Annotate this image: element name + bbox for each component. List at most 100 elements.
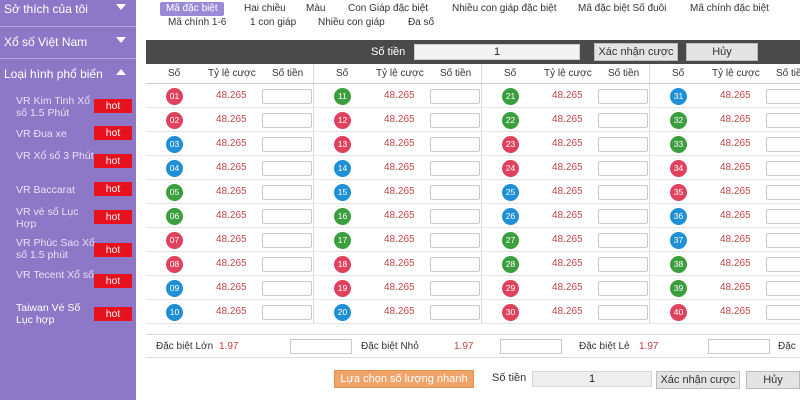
number-ball[interactable]: 39 — [670, 280, 687, 297]
bottom-amount-input[interactable]: 1 — [532, 371, 652, 387]
number-ball[interactable]: 12 — [334, 112, 351, 129]
sidebar-item-vr-xo-so-3[interactable]: VR Xổ số 3 Phút — [16, 150, 96, 162]
quick-select-button[interactable]: Lựa chọn số lượng nhanh — [334, 370, 474, 388]
bet-amount-input[interactable] — [766, 113, 800, 128]
number-ball[interactable]: 37 — [670, 232, 687, 249]
tab-mau[interactable]: Màu — [306, 2, 325, 16]
bet-amount-input[interactable] — [430, 233, 480, 248]
bet-amount-input[interactable] — [598, 233, 648, 248]
bet-amount-input[interactable] — [262, 161, 312, 176]
number-ball[interactable]: 25 — [502, 184, 519, 201]
number-ball[interactable]: 29 — [502, 280, 519, 297]
number-ball[interactable]: 03 — [166, 136, 183, 153]
tab-ma-chinh-1-6[interactable]: Mã chính 1-6 — [168, 16, 226, 30]
tab-ma-chinh-dac-biet[interactable]: Mã chính đặc biệt — [690, 2, 769, 16]
special-amount-input[interactable] — [500, 339, 562, 354]
bet-amount-input[interactable] — [262, 89, 312, 104]
sidebar-section-popular[interactable]: Loại hình phổ biến — [0, 62, 136, 86]
tab-nhieu-con-giap-dac-biet[interactable]: Nhiều con giáp đặc biệt — [452, 2, 557, 16]
bet-amount-input[interactable] — [430, 161, 480, 176]
number-ball[interactable]: 36 — [670, 208, 687, 225]
bet-amount-input[interactable] — [598, 161, 648, 176]
number-ball[interactable]: 31 — [670, 88, 687, 105]
bet-amount-input[interactable] — [766, 281, 800, 296]
sidebar-item-vr-dua-xe[interactable]: VR Đua xe — [16, 128, 96, 140]
bet-amount-input[interactable] — [766, 305, 800, 320]
tab-da-so[interactable]: Đa số — [408, 16, 434, 30]
number-ball[interactable]: 05 — [166, 184, 183, 201]
tab-nhieu-con-giap[interactable]: Nhiều con giáp — [318, 16, 385, 30]
sidebar-item-vr-phuc-sao[interactable]: VR Phúc Sao Xổ số 1.5 phút — [16, 237, 96, 261]
bet-amount-input[interactable] — [598, 137, 648, 152]
bottom-confirm-bet-button[interactable]: Xác nhận cược — [656, 371, 740, 389]
sidebar-item-vr-baccarat[interactable]: VR Baccarat — [16, 184, 96, 196]
number-ball[interactable]: 04 — [166, 160, 183, 177]
tab-ma-dac-biet-so-duoi[interactable]: Mã đặc biệt Số đuôi — [578, 2, 666, 16]
bet-amount-input[interactable] — [766, 233, 800, 248]
number-ball[interactable]: 28 — [502, 256, 519, 273]
bet-amount-input[interactable] — [430, 209, 480, 224]
tab-ma-dac-biet[interactable]: Mã đặc biệt — [160, 2, 224, 16]
bet-amount-input[interactable] — [262, 305, 312, 320]
tab-hai-chieu[interactable]: Hai chiều — [244, 2, 286, 16]
bet-amount-input[interactable] — [262, 113, 312, 128]
number-ball[interactable]: 40 — [670, 304, 687, 321]
number-ball[interactable]: 10 — [166, 304, 183, 321]
tab-con-giap-dac-biet[interactable]: Con Giáp đặc biệt — [348, 2, 428, 16]
bet-amount-input[interactable] — [598, 257, 648, 272]
bet-amount-input[interactable] — [598, 185, 648, 200]
bet-amount-input[interactable] — [598, 305, 648, 320]
number-ball[interactable]: 19 — [334, 280, 351, 297]
number-ball[interactable]: 22 — [502, 112, 519, 129]
bet-amount-input[interactable] — [766, 185, 800, 200]
special-amount-input[interactable] — [290, 339, 352, 354]
bet-amount-input[interactable] — [598, 281, 648, 296]
bet-amount-input[interactable] — [430, 89, 480, 104]
number-ball[interactable]: 38 — [670, 256, 687, 273]
number-ball[interactable]: 02 — [166, 112, 183, 129]
bet-amount-input[interactable] — [430, 305, 480, 320]
bet-amount-input[interactable] — [262, 233, 312, 248]
number-ball[interactable]: 35 — [670, 184, 687, 201]
bet-amount-input[interactable] — [262, 185, 312, 200]
number-ball[interactable]: 27 — [502, 232, 519, 249]
number-ball[interactable]: 24 — [502, 160, 519, 177]
sidebar-item-taiwan-luc-hop[interactable]: Taiwan Vé Số Lục hợp — [16, 302, 96, 326]
bet-amount-input[interactable] — [262, 137, 312, 152]
number-ball[interactable]: 32 — [670, 112, 687, 129]
number-ball[interactable]: 07 — [166, 232, 183, 249]
number-ball[interactable]: 15 — [334, 184, 351, 201]
sidebar-item-vr-tecent[interactable]: VR Tecent Xổ số — [16, 269, 96, 281]
number-ball[interactable]: 21 — [502, 88, 519, 105]
sidebar-item-vr-luc-hop[interactable]: VR vé số Lục Hợp — [16, 206, 96, 230]
bet-amount-input[interactable] — [262, 257, 312, 272]
bet-amount-input[interactable] — [598, 209, 648, 224]
number-ball[interactable]: 09 — [166, 280, 183, 297]
number-ball[interactable]: 34 — [670, 160, 687, 177]
number-ball[interactable]: 18 — [334, 256, 351, 273]
number-ball[interactable]: 26 — [502, 208, 519, 225]
number-ball[interactable]: 08 — [166, 256, 183, 273]
amount-input[interactable]: 1 — [414, 44, 580, 60]
bet-amount-input[interactable] — [766, 137, 800, 152]
number-ball[interactable]: 23 — [502, 136, 519, 153]
bet-amount-input[interactable] — [598, 113, 648, 128]
bottom-cancel-button[interactable]: Hủy — [746, 371, 800, 389]
number-ball[interactable]: 11 — [334, 88, 351, 105]
bet-amount-input[interactable] — [598, 89, 648, 104]
number-ball[interactable]: 20 — [334, 304, 351, 321]
bet-amount-input[interactable] — [766, 89, 800, 104]
number-ball[interactable]: 17 — [334, 232, 351, 249]
bet-amount-input[interactable] — [766, 209, 800, 224]
bet-amount-input[interactable] — [430, 113, 480, 128]
special-amount-input[interactable] — [708, 339, 770, 354]
bet-amount-input[interactable] — [430, 137, 480, 152]
sidebar-section-favorites[interactable]: Sở thích của tôi — [0, 0, 136, 21]
number-ball[interactable]: 06 — [166, 208, 183, 225]
tab-1-con-giap[interactable]: 1 con giáp — [250, 16, 296, 30]
bet-amount-input[interactable] — [430, 281, 480, 296]
bet-amount-input[interactable] — [766, 257, 800, 272]
sidebar-item-vr-kim-tinh[interactable]: VR Kim Tinh Xổ số 1.5 Phút — [16, 95, 96, 119]
number-ball[interactable]: 13 — [334, 136, 351, 153]
bet-amount-input[interactable] — [766, 161, 800, 176]
